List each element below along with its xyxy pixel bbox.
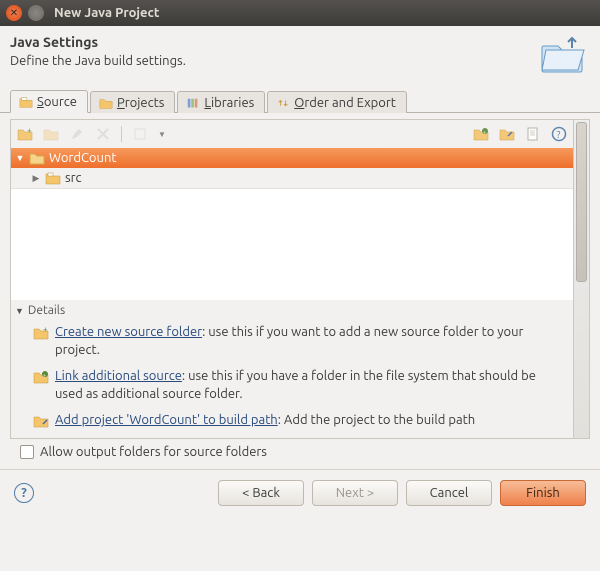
window-close-button[interactable]: ✕: [6, 5, 22, 21]
libraries-icon: [186, 97, 200, 109]
details-section: ▼ Details + Create new source folder: us…: [11, 300, 573, 438]
expand-arrow-icon[interactable]: ▶: [31, 173, 41, 184]
details-header[interactable]: ▼ Details: [15, 304, 567, 317]
detail-item: + Create new source folder: use this if …: [15, 321, 567, 365]
scrollbar-thumb[interactable]: [576, 122, 587, 282]
svg-text:+: +: [27, 126, 32, 135]
new-source-folder-icon[interactable]: +: [17, 126, 33, 142]
collapse-arrow-icon: ▼: [15, 306, 24, 316]
new-source-folder-icon: +: [33, 325, 49, 341]
allow-output-folders-label: Allow output folders for source folders: [40, 445, 267, 459]
link-source-icon: +: [33, 369, 49, 385]
page-subtitle: Define the Java build settings.: [10, 54, 186, 68]
remove-icon[interactable]: [95, 126, 111, 142]
svg-text:+: +: [43, 325, 48, 334]
add-project-build-path-link[interactable]: Add project 'WordCount' to build path: [55, 413, 278, 427]
tree-root[interactable]: ▼ WordCount: [11, 148, 573, 168]
link-source-icon[interactable]: [43, 126, 59, 142]
create-source-folder-link[interactable]: Create new source folder: [55, 325, 202, 339]
add-folder-icon[interactable]: +: [473, 126, 489, 142]
allow-output-folders-row[interactable]: Allow output folders for source folders: [10, 439, 590, 465]
vertical-scrollbar[interactable]: [573, 120, 589, 438]
wizard-footer: ? < Back Next > Cancel Finish: [0, 469, 600, 518]
tab-label: Libraries: [204, 96, 254, 110]
toggle-icon[interactable]: [132, 126, 148, 142]
next-button: Next >: [312, 480, 398, 506]
detail-item: + Link additional source: use this if yo…: [15, 365, 567, 409]
tab-libraries[interactable]: Libraries: [177, 91, 265, 113]
link-additional-source-link[interactable]: Link additional source: [55, 369, 182, 383]
order-export-icon: [276, 97, 290, 109]
tab-label: Order and Export: [294, 96, 396, 110]
project-icon: [29, 151, 45, 165]
tree-whitespace: [11, 188, 573, 300]
window-minimize-button[interactable]: [28, 5, 44, 21]
source-folder-icon: [45, 171, 61, 185]
back-button[interactable]: < Back: [218, 480, 304, 506]
title-bar: ✕ New Java Project: [0, 0, 600, 26]
source-toolbar: + ▼ + ?: [11, 120, 573, 148]
allow-output-folders-checkbox[interactable]: [20, 445, 34, 459]
page-icon[interactable]: [525, 126, 541, 142]
tree-child[interactable]: ▶ src: [11, 168, 573, 188]
tree-child-label: src: [65, 171, 82, 185]
svg-text:?: ?: [557, 129, 561, 140]
source-tree[interactable]: ▼ WordCount ▶ src: [11, 148, 573, 188]
edit-icon[interactable]: [69, 126, 85, 142]
tab-source[interactable]: Source: [10, 90, 88, 113]
tab-projects[interactable]: Projects: [90, 91, 175, 113]
page-title: Java Settings: [10, 34, 186, 50]
detail-text: : Add the project to the build path: [278, 413, 475, 427]
tab-bar: Source Projects Libraries Order and Expo…: [0, 89, 600, 113]
tab-label: Projects: [117, 96, 164, 110]
detail-item: Add project 'WordCount' to build path: A…: [15, 409, 567, 436]
link-folder-icon[interactable]: [499, 126, 515, 142]
add-project-icon: [33, 413, 49, 429]
tab-order-export[interactable]: Order and Export: [267, 91, 407, 113]
finish-button[interactable]: Finish: [500, 480, 586, 506]
source-panel: + ▼ + ? ▼: [10, 119, 590, 439]
help-button[interactable]: ?: [14, 483, 34, 503]
tab-label: Source: [37, 95, 77, 109]
expand-arrow-icon[interactable]: ▼: [15, 153, 25, 163]
window-title: New Java Project: [54, 6, 160, 20]
dropdown-arrow-icon[interactable]: ▼: [158, 130, 166, 139]
projects-icon: [99, 97, 113, 109]
source-folder-icon: [19, 96, 33, 108]
wizard-banner-icon: [538, 34, 586, 77]
wizard-header: Java Settings Define the Java build sett…: [0, 26, 600, 89]
help-icon[interactable]: ?: [551, 126, 567, 142]
details-title: Details: [28, 304, 65, 317]
cancel-button[interactable]: Cancel: [406, 480, 492, 506]
tree-root-label: WordCount: [49, 151, 116, 165]
